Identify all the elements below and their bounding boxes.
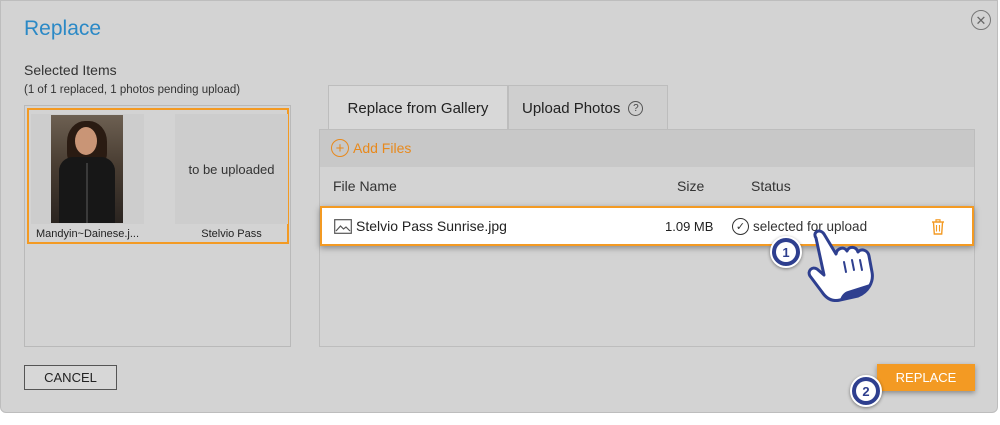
tab-upload-photos[interactable]: Upload Photos ? bbox=[508, 85, 668, 130]
tab-replace-from-gallery[interactable]: Replace from Gallery bbox=[328, 85, 508, 130]
tab-label: Replace from Gallery bbox=[347, 99, 489, 117]
add-files-label: Add Files bbox=[353, 140, 412, 156]
cancel-button[interactable]: CANCEL bbox=[24, 365, 117, 390]
help-icon[interactable]: ? bbox=[628, 100, 644, 116]
selected-items-panel: Mandyin~Dainese.j... to be uploaded Stel… bbox=[24, 105, 291, 347]
step-number: 1 bbox=[776, 242, 796, 262]
column-header-status: Status bbox=[751, 178, 791, 194]
file-size: 1.09 MB bbox=[665, 219, 714, 234]
replace-dialog: Replace ✕ Selected Items (1 of 1 replace… bbox=[0, 0, 998, 413]
hand-pointer-icon bbox=[807, 229, 874, 302]
column-header-file-name: File Name bbox=[333, 178, 397, 194]
step-number: 2 bbox=[856, 381, 876, 401]
selected-item-original[interactable]: Mandyin~Dainese.j... bbox=[31, 114, 144, 240]
photo-thumbnail bbox=[51, 115, 123, 223]
item-caption: Mandyin~Dainese.j... bbox=[35, 228, 140, 240]
check-circle-icon: ✓ bbox=[732, 218, 749, 235]
close-icon[interactable]: ✕ bbox=[971, 10, 991, 30]
step-badge-1: 1 bbox=[770, 236, 802, 268]
step-badge-2: 2 bbox=[850, 375, 882, 407]
replace-button[interactable]: REPLACE bbox=[877, 364, 975, 391]
plus-circle-icon: + bbox=[331, 139, 349, 157]
trash-icon[interactable] bbox=[931, 219, 945, 235]
selected-item-group[interactable]: Mandyin~Dainese.j... to be uploaded Stel… bbox=[27, 108, 289, 244]
selected-item-replacement[interactable]: to be uploaded Stelvio Pass bbox=[175, 114, 288, 240]
add-files-button[interactable]: + Add Files bbox=[331, 139, 411, 157]
dialog-title: Replace bbox=[24, 17, 102, 40]
item-caption: Stelvio Pass bbox=[201, 228, 262, 240]
selected-items-summary: (1 of 1 replaced, 1 photos pending uploa… bbox=[24, 84, 241, 96]
add-files-toolbar: + Add Files bbox=[320, 130, 974, 167]
selected-items-heading: Selected Items bbox=[24, 62, 117, 78]
thumbnail-frame: to be uploaded bbox=[175, 114, 288, 224]
thumbnail-frame bbox=[31, 114, 144, 224]
file-name: Stelvio Pass Sunrise.jpg bbox=[356, 218, 507, 234]
pending-upload-label: to be uploaded bbox=[188, 161, 275, 177]
tab-label: Upload Photos bbox=[522, 99, 621, 117]
image-file-icon bbox=[334, 219, 352, 234]
column-header-size: Size bbox=[677, 178, 705, 194]
